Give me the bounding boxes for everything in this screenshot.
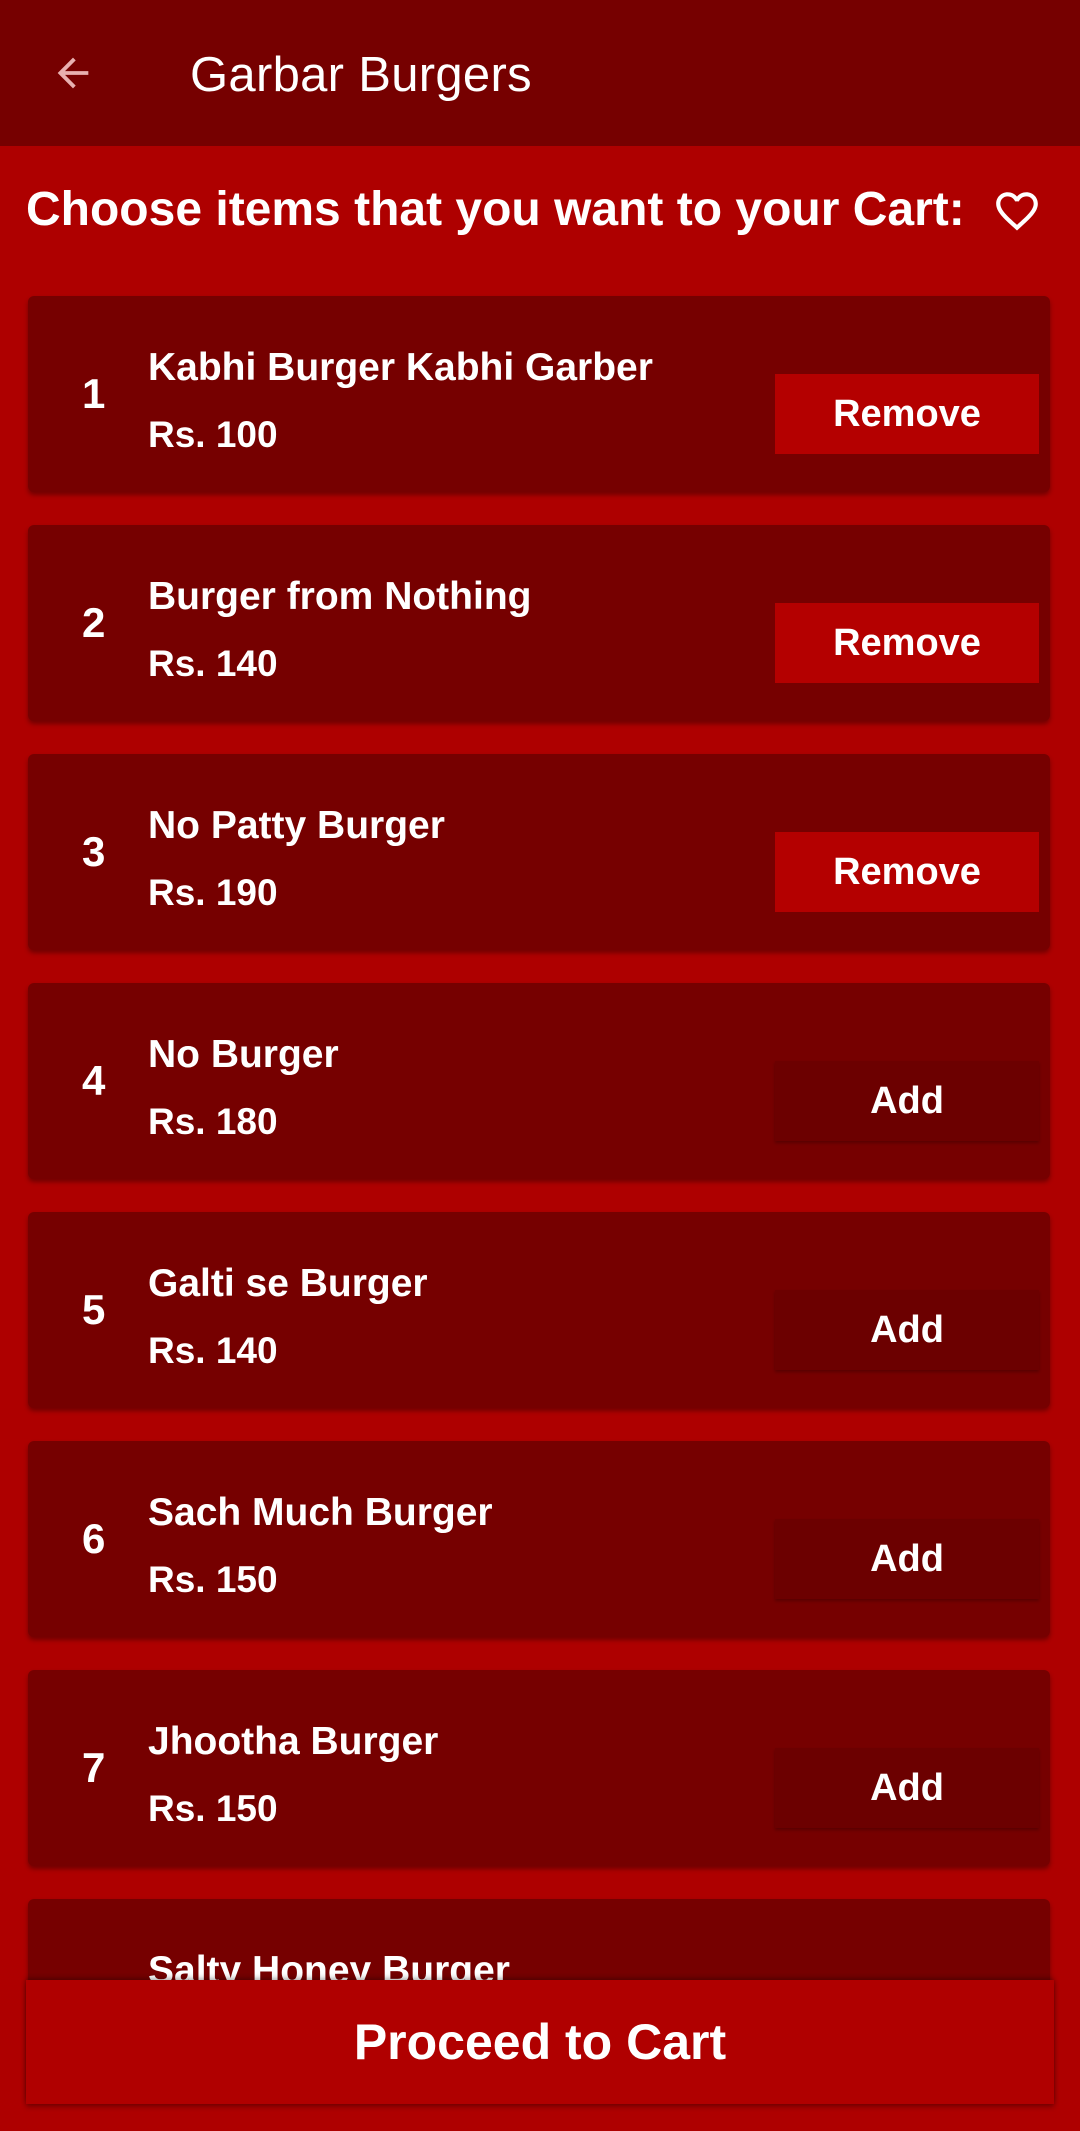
item-index: 4 [82, 1057, 106, 1104]
remove-button[interactable]: Remove [775, 374, 1039, 454]
item-price: Rs. 150 [148, 1559, 278, 1600]
arrow-left-icon [57, 57, 89, 89]
item-price: Rs. 190 [148, 872, 278, 913]
item-name: Kabhi Burger Kabhi Garber [148, 346, 653, 389]
add-button[interactable]: Add [775, 1519, 1039, 1599]
remove-button[interactable]: Remove [775, 603, 1039, 683]
app-title: Garbar Burgers [190, 48, 532, 102]
item-name: Jhootha Burger [148, 1720, 439, 1763]
item-index: 7 [82, 1744, 106, 1791]
app-screen: 1 Kabhi Burger Kabhi Garber Rs. 100 Remo… [0, 0, 1080, 2131]
list-item: 2 Burger from Nothing Rs. 140 Remove [28, 525, 1050, 721]
item-index: 5 [82, 1286, 106, 1333]
add-button[interactable]: Add [775, 1748, 1039, 1828]
list-item: 6 Sach Much Burger Rs. 150 Add [28, 1441, 1050, 1637]
heart-outline-icon[interactable] [992, 186, 1042, 236]
item-price: Rs. 140 [148, 643, 278, 684]
remove-button[interactable]: Remove [775, 832, 1039, 912]
page-heading: Choose items that you want to your Cart: [26, 183, 965, 236]
list-item: 7 Jhootha Burger Rs. 150 Add [28, 1670, 1050, 1866]
app-toolbar: Garbar Burgers [0, 0, 1080, 146]
item-index: 2 [82, 599, 106, 646]
item-price: Rs. 100 [148, 414, 278, 455]
item-name: No Patty Burger [148, 804, 445, 847]
heading-row: Choose items that you want to your Cart: [26, 172, 1056, 248]
item-index: 6 [82, 1515, 106, 1562]
item-price: Rs. 140 [148, 1330, 278, 1371]
item-name: Galti se Burger [148, 1262, 428, 1305]
item-name: Sach Much Burger [148, 1491, 493, 1534]
back-button[interactable] [36, 36, 110, 110]
item-index: 1 [82, 370, 106, 417]
list-item: 1 Kabhi Burger Kabhi Garber Rs. 100 Remo… [28, 296, 1050, 492]
add-button[interactable]: Add [775, 1061, 1039, 1141]
add-button[interactable]: Add [775, 1290, 1039, 1370]
item-name: No Burger [148, 1033, 339, 1076]
list-item: 3 No Patty Burger Rs. 190 Remove [28, 754, 1050, 950]
list-item: 4 No Burger Rs. 180 Add [28, 983, 1050, 1179]
list-item: 5 Galti se Burger Rs. 140 Add [28, 1212, 1050, 1408]
proceed-to-cart-button[interactable]: Proceed to Cart [26, 1980, 1054, 2104]
item-name: Burger from Nothing [148, 575, 532, 618]
item-price: Rs. 180 [148, 1101, 278, 1142]
item-index: 3 [82, 828, 106, 875]
menu-list[interactable]: 1 Kabhi Burger Kabhi Garber Rs. 100 Remo… [0, 0, 1080, 2131]
item-price: Rs. 150 [148, 1788, 278, 1829]
